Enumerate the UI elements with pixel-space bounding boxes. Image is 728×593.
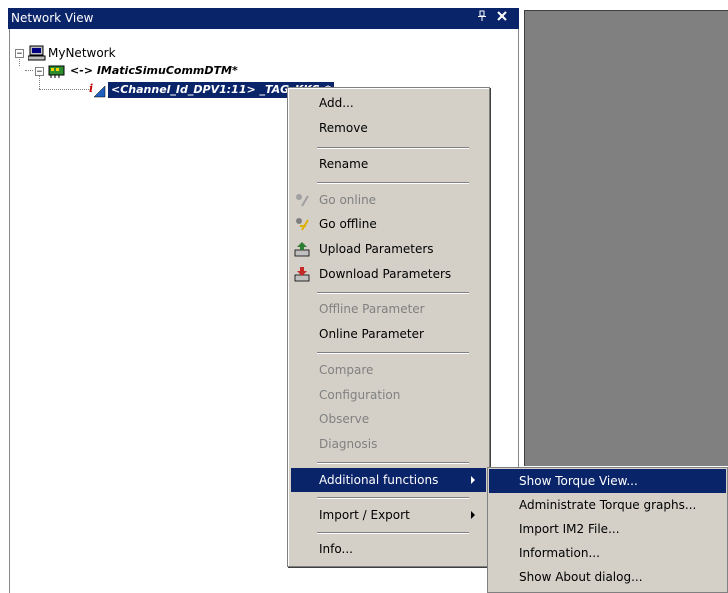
svg-text:i: i	[89, 82, 93, 95]
context-menu: Add... Remove Rename Go online Go offlin…	[287, 87, 490, 567]
menu-separator	[317, 292, 469, 294]
menu-item-offline-parameter[interactable]: Offline Parameter	[291, 297, 486, 321]
menu-item-compare[interactable]: Compare	[291, 358, 486, 382]
submenu-item-label: Show About dialog...	[519, 570, 643, 584]
submenu-item-label: Administrate Torque graphs...	[519, 498, 697, 512]
close-icon[interactable]	[494, 10, 510, 26]
tree-line	[39, 89, 89, 90]
additional-functions-submenu: Show Torque View... Administrate Torque …	[487, 467, 728, 593]
menu-item-download-parameters[interactable]: Download Parameters	[291, 262, 486, 286]
menu-item-upload-parameters[interactable]: Upload Parameters	[291, 237, 486, 261]
menu-separator	[317, 532, 469, 534]
menu-item-configuration[interactable]: Configuration	[291, 383, 486, 407]
submenu-item-label: Show Torque View...	[519, 474, 638, 488]
menu-item-import-export[interactable]: Import / Export	[291, 503, 486, 527]
menu-item-remove[interactable]: Remove	[291, 116, 486, 140]
menu-item-label: Offline Parameter	[319, 302, 425, 316]
submenu-item-show-about-dialog[interactable]: Show About dialog...	[489, 565, 726, 589]
menu-separator	[317, 352, 469, 354]
menu-item-label: Upload Parameters	[319, 242, 434, 256]
menu-item-label: Online Parameter	[319, 327, 424, 341]
menu-item-label: Add...	[319, 96, 354, 110]
upload-icon	[294, 241, 310, 257]
device-info-icon: i	[88, 82, 106, 101]
pin-icon[interactable]	[475, 10, 489, 26]
tree-node-label: MyNetwork	[48, 46, 116, 60]
submenu-item-administrate-torque-graphs[interactable]: Administrate Torque graphs...	[489, 493, 726, 517]
go-online-icon	[294, 192, 310, 208]
window-title: Network View	[11, 11, 94, 25]
submenu-item-label: Import IM2 File...	[519, 522, 620, 536]
menu-item-go-online[interactable]: Go online	[291, 188, 486, 212]
network-pc-icon	[27, 45, 46, 64]
menu-item-add[interactable]: Add...	[291, 91, 486, 115]
go-offline-icon	[294, 216, 310, 232]
menu-separator	[317, 182, 469, 184]
download-icon	[294, 266, 310, 282]
submenu-item-import-im2-file[interactable]: Import IM2 File...	[489, 517, 726, 541]
menu-item-label: Download Parameters	[319, 267, 452, 281]
menu-item-go-offline[interactable]: Go offline	[291, 212, 486, 236]
menu-item-label: Diagnosis	[319, 437, 378, 451]
right-workspace-panel	[524, 10, 728, 466]
tree-node-label: <-> IMaticSimuCommDTM*	[70, 64, 238, 77]
collapse-icon[interactable]: −	[15, 49, 24, 59]
tree-line	[25, 70, 33, 71]
menu-item-label: Info...	[319, 542, 353, 556]
menu-item-label: Compare	[319, 363, 374, 377]
menu-item-label: Go online	[319, 193, 377, 207]
submenu-item-information[interactable]: Information...	[489, 541, 726, 565]
menu-item-label: Import / Export	[319, 508, 410, 522]
menu-item-label: Go offline	[319, 217, 377, 231]
submenu-arrow-icon	[471, 476, 475, 484]
menu-separator	[317, 462, 469, 464]
menu-item-rename[interactable]: Rename	[291, 152, 486, 176]
menu-item-label: Additional functions	[319, 473, 439, 487]
submenu-arrow-icon	[471, 511, 475, 519]
network-view-titlebar[interactable]: Network View	[8, 8, 519, 29]
collapse-icon[interactable]: −	[35, 67, 44, 77]
menu-item-info[interactable]: Info...	[291, 537, 486, 561]
menu-item-observe[interactable]: Observe	[291, 407, 486, 431]
menu-item-additional-functions[interactable]: Additional functions	[291, 468, 486, 492]
submenu-item-label: Information...	[519, 546, 600, 560]
menu-separator	[317, 497, 469, 499]
menu-item-label: Rename	[319, 157, 369, 171]
menu-item-label: Remove	[319, 121, 368, 135]
menu-item-online-parameter[interactable]: Online Parameter	[291, 322, 486, 346]
submenu-item-show-torque-view[interactable]: Show Torque View...	[489, 469, 726, 493]
menu-item-diagnosis[interactable]: Diagnosis	[291, 432, 486, 456]
menu-item-label: Configuration	[319, 388, 401, 402]
menu-separator	[317, 147, 469, 149]
menu-item-label: Observe	[319, 412, 370, 426]
network-card-icon	[48, 63, 66, 82]
